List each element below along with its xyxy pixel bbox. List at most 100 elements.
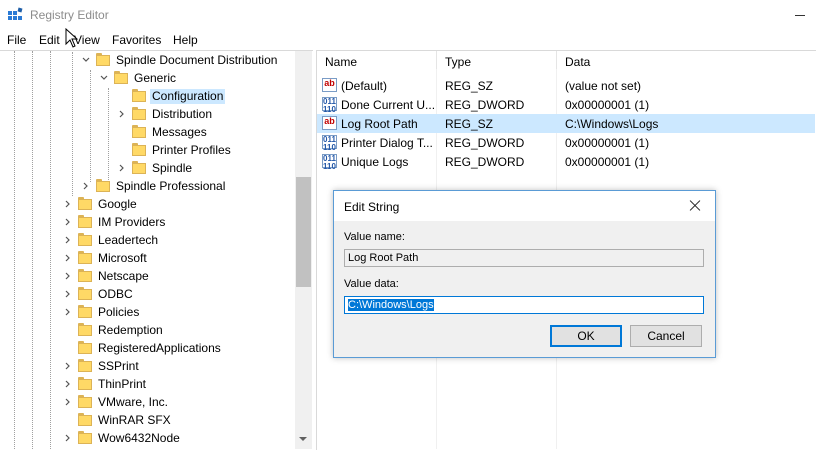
- collapsed-chevron-icon[interactable]: [64, 236, 72, 244]
- collapsed-chevron-icon[interactable]: [118, 110, 126, 118]
- menu-file[interactable]: File: [7, 33, 26, 47]
- tree-item[interactable]: Wow6432Node: [64, 430, 296, 448]
- folder-icon: [132, 143, 146, 156]
- ok-button[interactable]: OK: [550, 325, 622, 347]
- menu-help[interactable]: Help: [173, 33, 198, 47]
- folder-icon: [78, 377, 92, 390]
- tree-item[interactable]: RegisteredApplications: [64, 340, 296, 358]
- tree-item[interactable]: Spindle: [118, 160, 296, 178]
- value-data-cell: 0x00000001 (1): [565, 155, 650, 169]
- tree-item[interactable]: Microsoft: [64, 250, 296, 268]
- tree-item-label: Spindle: [152, 161, 193, 175]
- tree-item[interactable]: Netscape: [64, 268, 296, 286]
- tree-item-label: VMware, Inc.: [98, 395, 169, 409]
- folder-icon: [78, 431, 92, 444]
- menu-bar: File Edit View Favorites Help: [0, 30, 816, 50]
- tree-item[interactable]: Generic: [100, 70, 296, 88]
- tree-item-label: Distribution: [152, 107, 213, 121]
- value-name-cell: Printer Dialog T...: [341, 136, 433, 150]
- tree-item[interactable]: Redemption: [64, 322, 296, 340]
- column-header-type[interactable]: Type: [445, 55, 471, 69]
- dialog-title: Edit String: [344, 200, 400, 214]
- collapsed-chevron-icon[interactable]: [64, 308, 72, 316]
- value-row[interactable]: 011 110 Unique Logs REG_DWORD 0x00000001 (1…: [317, 152, 815, 171]
- value-row[interactable]: ab (Default) REG_SZ (value not set): [317, 76, 815, 95]
- tree-item-label: Generic: [134, 71, 177, 85]
- tree-item[interactable]: ThinPrint: [64, 376, 296, 394]
- tree-vertical-scrollbar[interactable]: [295, 51, 312, 449]
- value-data-cell: C:\Windows\Logs: [565, 117, 659, 131]
- scroll-down-icon[interactable]: [299, 437, 307, 441]
- mouse-cursor-icon: [65, 28, 79, 48]
- collapsed-chevron-icon[interactable]: [64, 398, 72, 406]
- tree-item[interactable]: ODBC: [64, 286, 296, 304]
- value-row[interactable]: 011 110 Done Current U... REG_DWORD 0x00000…: [317, 95, 815, 114]
- close-icon[interactable]: [685, 196, 705, 216]
- folder-icon: [96, 53, 110, 66]
- column-separator[interactable]: [436, 51, 437, 69]
- collapsed-chevron-icon[interactable]: [64, 362, 72, 370]
- value-row[interactable]: ab Log Root Path REG_SZ C:\Windows\Logs: [317, 114, 815, 133]
- value-data-cell: 0x00000001 (1): [565, 136, 650, 150]
- tree-item-label: Spindle Professional: [116, 179, 226, 193]
- dword-value-icon: 011 110: [322, 97, 337, 114]
- folder-icon: [132, 89, 146, 102]
- value-data-label: Value data:: [344, 278, 399, 290]
- collapsed-chevron-icon[interactable]: [64, 434, 72, 442]
- tree-item-label: ODBC: [98, 287, 133, 301]
- tree-item-label: Messages: [152, 125, 207, 139]
- tree-item-label: WinRAR SFX: [98, 413, 171, 427]
- tree-item[interactable]: Distribution: [118, 106, 296, 124]
- tree-item[interactable]: SSPrint: [64, 358, 296, 376]
- value-data-cell: 0x00000001 (1): [565, 98, 650, 112]
- tree-item[interactable]: Spindle Document Distribution: [82, 52, 296, 70]
- column-separator[interactable]: [556, 51, 557, 69]
- minimize-button[interactable]: [786, 0, 816, 30]
- folder-icon: [132, 125, 146, 138]
- edit-string-dialog: Edit String Value name: Log Root Path Va…: [333, 190, 716, 358]
- column-header-data[interactable]: Data: [565, 55, 590, 69]
- expanded-chevron-icon[interactable]: [100, 74, 108, 82]
- value-name-cell: Done Current U...: [341, 98, 436, 112]
- collapsed-chevron-icon[interactable]: [64, 290, 72, 298]
- registry-editor-icon: [8, 7, 23, 20]
- tree-item-label: Microsoft: [98, 251, 147, 265]
- tree-guide-line: [32, 51, 33, 449]
- value-type-cell: REG_DWORD: [445, 98, 525, 112]
- value-name-cell: Log Root Path: [341, 117, 418, 131]
- value-name-label: Value name:: [344, 231, 405, 243]
- tree-item[interactable]: Printer Profiles: [118, 142, 296, 160]
- tree-item-label: IM Providers: [98, 215, 166, 229]
- collapsed-chevron-icon[interactable]: [82, 182, 90, 190]
- collapsed-chevron-icon[interactable]: [118, 164, 126, 172]
- scrollbar-thumb[interactable]: [296, 177, 311, 287]
- tree-item[interactable]: Google: [64, 196, 296, 214]
- menu-favorites[interactable]: Favorites: [112, 33, 161, 47]
- tree-guide-line: [72, 52, 73, 196]
- menu-edit[interactable]: Edit: [39, 33, 60, 47]
- tree-item[interactable]: Policies: [64, 304, 296, 322]
- tree-item[interactable]: Messages: [118, 124, 296, 142]
- cancel-button[interactable]: Cancel: [630, 325, 702, 347]
- tree-item[interactable]: VMware, Inc.: [64, 394, 296, 412]
- tree-item[interactable]: Configuration: [118, 88, 296, 106]
- tree-item-label: Configuration: [150, 89, 226, 104]
- collapsed-chevron-icon[interactable]: [64, 218, 72, 226]
- folder-icon: [78, 197, 92, 210]
- tree-item[interactable]: Spindle Professional: [82, 178, 296, 196]
- value-data-input[interactable]: C:\Windows\Logs: [344, 296, 704, 314]
- collapsed-chevron-icon[interactable]: [64, 272, 72, 280]
- title-bar: Registry Editor: [0, 0, 816, 30]
- collapsed-chevron-icon[interactable]: [64, 200, 72, 208]
- collapsed-chevron-icon[interactable]: [64, 254, 72, 262]
- value-row[interactable]: 011 110 Printer Dialog T... REG_DWORD 0x000…: [317, 133, 815, 152]
- tree-item[interactable]: WinRAR SFX: [64, 412, 296, 430]
- column-header-name[interactable]: Name: [325, 55, 357, 69]
- collapsed-chevron-icon[interactable]: [64, 380, 72, 388]
- expanded-chevron-icon[interactable]: [82, 56, 90, 64]
- folder-icon: [78, 269, 92, 282]
- tree-item[interactable]: IM Providers: [64, 214, 296, 232]
- folder-icon: [132, 107, 146, 120]
- tree-item[interactable]: Leadertech: [64, 232, 296, 250]
- folder-icon: [78, 305, 92, 318]
